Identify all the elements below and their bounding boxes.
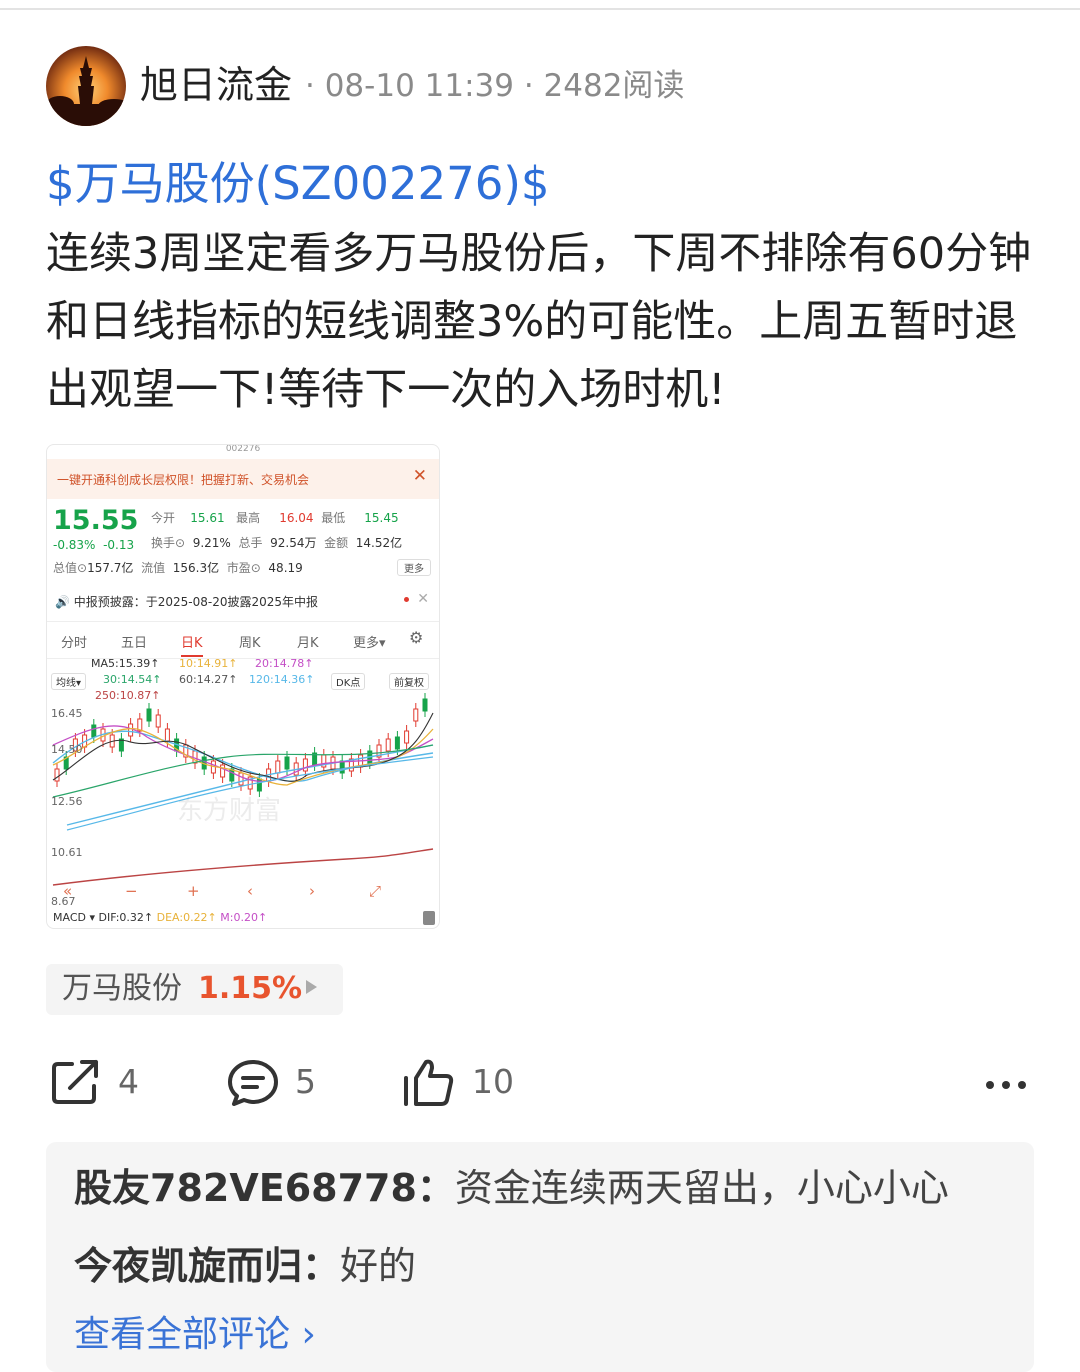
comments-preview: 股友782VE68778：资金连续两天留出，小心小心 今夜凯旋而归：好的 查看全… <box>46 1142 1034 1372</box>
chart-nav: « − + ‹ › ⤢ <box>63 882 382 900</box>
comment-icon[interactable] <box>226 1058 280 1112</box>
top-divider <box>0 8 1080 10</box>
comment-item[interactable]: 股友782VE68778：资金连续两天留出，小心小心 <box>74 1162 949 1214</box>
candle-body <box>54 768 60 782</box>
candle-body <box>275 760 281 774</box>
macd-readout: MACD ▾ DIF:0.32↑ DEA:0.22↑ M:0.20↑ <box>53 911 268 924</box>
author-name[interactable]: 旭日流金 <box>140 62 292 108</box>
post-image[interactable]: 002276 一键开通科创成长层权限！把握打新、交易机会 ✕ 15.55 -0.… <box>46 444 440 929</box>
candle-body <box>413 708 419 722</box>
share-icon[interactable] <box>50 1058 102 1110</box>
stock-chip-name: 万马股份 <box>62 971 182 1006</box>
candle-body <box>394 736 400 750</box>
kline-chart: « − + ‹ › ⤢ <box>52 693 435 925</box>
ma250-line <box>52 848 434 886</box>
candle-body <box>385 738 391 752</box>
y-tick-5: 8.67 <box>51 895 76 908</box>
nav-prev: ‹ <box>247 882 253 900</box>
y-tick-3: 12.56 <box>51 795 83 808</box>
candle-body <box>146 708 152 722</box>
comment-text: 资金连续两天留出，小心小心 <box>454 1166 949 1210</box>
like-count: 10 <box>472 1062 514 1101</box>
candle-body <box>284 756 290 770</box>
post-body: 连续3周坚定看多万马股份后，下周不排除有60分钟和日线指标的短线调整3%的可能性… <box>46 229 1032 415</box>
y-tick-1: 16.45 <box>51 707 83 720</box>
nav-next: › <box>309 882 315 900</box>
nav-zoom-out: − <box>125 882 138 900</box>
view-all-comments-link[interactable]: 查看全部评论 › <box>74 1310 316 1360</box>
comment-user: 今夜凯旋而归： <box>74 1244 341 1288</box>
candle-body <box>128 723 134 737</box>
stock-chip-change: 1.15% <box>198 971 303 1006</box>
candle-body <box>238 772 244 786</box>
comment-text: 好的 <box>340 1244 417 1288</box>
nav-zoom-in: + <box>187 882 200 900</box>
share-count: 4 <box>118 1062 139 1101</box>
avatar[interactable] <box>46 46 126 126</box>
stock-ticker-link[interactable]: $万马股份(SZ002276)$ <box>46 156 550 212</box>
comment-item[interactable]: 今夜凯旋而归：好的 <box>74 1240 416 1292</box>
candle-body <box>339 760 345 774</box>
post-meta: · 08-10 11:39 · 2482阅读 <box>305 68 685 104</box>
candle-body <box>91 724 97 738</box>
candle-body <box>155 714 161 728</box>
candle-body <box>302 758 308 772</box>
stock-chip[interactable]: 万马股份 1.15% <box>46 964 343 1015</box>
candle-body <box>164 728 170 742</box>
comment-user: 股友782VE68778： <box>74 1166 455 1210</box>
y-tick-2: 14.50 <box>51 743 83 756</box>
like-icon[interactable] <box>402 1058 456 1112</box>
more-options-icon[interactable] <box>984 1076 1028 1095</box>
scroll-handle <box>423 911 435 925</box>
candle-body <box>220 764 226 778</box>
candle-body <box>404 730 410 744</box>
y-tick-4: 10.61 <box>51 846 83 859</box>
comment-count: 5 <box>295 1062 316 1101</box>
candle-body <box>422 698 428 712</box>
nav-expand: ⤢ <box>369 882 382 900</box>
play-arrow-icon <box>306 980 317 994</box>
